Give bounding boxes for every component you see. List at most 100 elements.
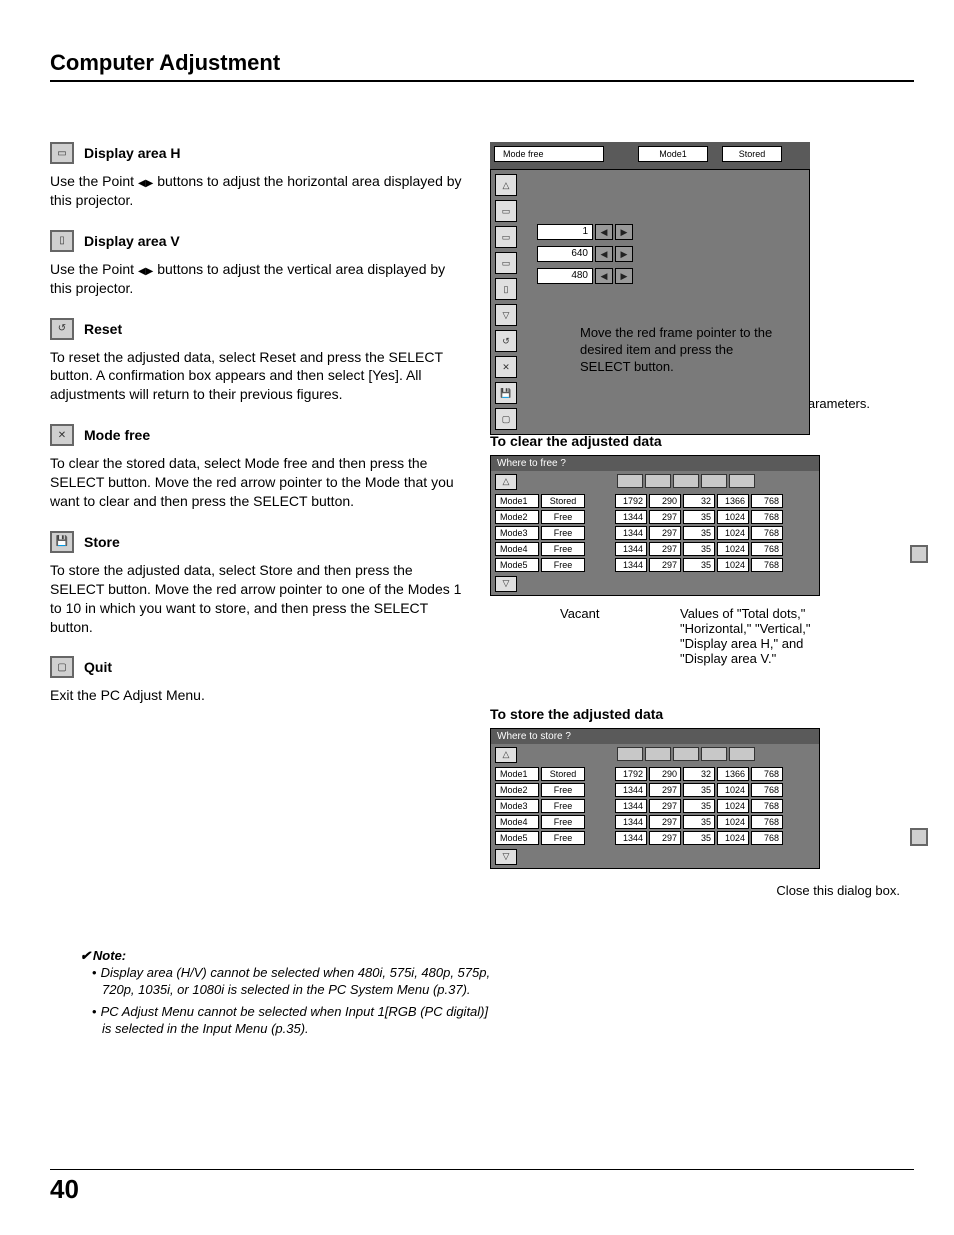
down-arrow-icon[interactable]: ▽ bbox=[495, 304, 517, 326]
value-cell: 480 bbox=[537, 268, 593, 284]
cell-value: 768 bbox=[751, 783, 783, 797]
up-arrow-icon[interactable]: △ bbox=[495, 747, 517, 763]
cell-value: 35 bbox=[683, 815, 715, 829]
col-icon bbox=[701, 747, 727, 761]
decrease-button[interactable]: ◀ bbox=[595, 246, 613, 262]
table-row[interactable]: Mode5Free1344297351024768 bbox=[491, 830, 819, 846]
cell-value: 35 bbox=[683, 526, 715, 540]
table-row[interactable]: Mode1Stored1792290321366768 bbox=[491, 493, 819, 509]
table-title: Where to store ? bbox=[491, 729, 819, 744]
decrease-button[interactable]: ◀ bbox=[595, 224, 613, 240]
cell-value: 35 bbox=[683, 542, 715, 556]
cell-value: 768 bbox=[751, 767, 783, 781]
cell-value: 1024 bbox=[717, 542, 749, 556]
col-icon bbox=[645, 747, 671, 761]
value-cell: 640 bbox=[537, 246, 593, 262]
cell-value: 1024 bbox=[717, 831, 749, 845]
cell-value: 1344 bbox=[615, 799, 647, 813]
section-title: Store bbox=[84, 534, 120, 550]
osd-tab-stored[interactable]: Stored bbox=[722, 146, 782, 162]
cell-value: 1024 bbox=[717, 510, 749, 524]
osd-tab-mode1[interactable]: Mode1 bbox=[638, 146, 708, 162]
note-block: Note: Display area (H/V) cannot be selec… bbox=[80, 948, 500, 1038]
col-icon bbox=[617, 747, 643, 761]
cell-status: Free bbox=[541, 558, 585, 572]
cell-value: 297 bbox=[649, 815, 681, 829]
section-body: To store the adjusted data, select Store… bbox=[50, 561, 470, 637]
cell-value: 1024 bbox=[717, 526, 749, 540]
section-reset: ↺ Reset To reset the adjusted data, sele… bbox=[50, 318, 470, 405]
increase-button[interactable]: ▶ bbox=[615, 246, 633, 262]
col-icon bbox=[729, 747, 755, 761]
cell-value: 1344 bbox=[615, 558, 647, 572]
osd-sidebar: △ ▭ ▭ ▭ ▯ ▽ ↺ ✕ 💾 ▢ bbox=[495, 174, 517, 430]
cell-value: 1344 bbox=[615, 831, 647, 845]
cell-value: 1024 bbox=[717, 783, 749, 797]
table-row[interactable]: Mode1Stored1792290321366768 bbox=[491, 766, 819, 782]
cell-value: 768 bbox=[751, 542, 783, 556]
table-row[interactable]: Mode3Free1344297351024768 bbox=[491, 798, 819, 814]
display-h2-icon[interactable]: ▭ bbox=[495, 252, 517, 274]
table-row[interactable]: Mode4Free1344297351024768 bbox=[491, 541, 819, 557]
decrease-button[interactable]: ◀ bbox=[595, 268, 613, 284]
store-heading: To store the adjusted data bbox=[490, 706, 900, 722]
clear-table: Where to free ? △ Mode1Stored17922903213… bbox=[490, 455, 820, 596]
callout-vacant: Vacant bbox=[560, 606, 680, 666]
col-icon bbox=[673, 747, 699, 761]
modefree-icon[interactable]: ✕ bbox=[495, 356, 517, 378]
table-row[interactable]: Mode4Free1344297351024768 bbox=[491, 814, 819, 830]
down-arrow-icon[interactable]: ▽ bbox=[495, 576, 517, 592]
osd-tab-modefree[interactable]: Mode free bbox=[494, 146, 604, 162]
quit-icon[interactable]: ▢ bbox=[495, 408, 517, 430]
cell-value: 1024 bbox=[717, 799, 749, 813]
quit-icon[interactable] bbox=[910, 828, 928, 846]
section-body: To clear the stored data, select Mode fr… bbox=[50, 454, 470, 511]
section-title: Display area V bbox=[84, 233, 180, 249]
col-icon bbox=[645, 474, 671, 488]
display-h-icon: ▭ bbox=[50, 142, 74, 164]
value-cell: 1 bbox=[537, 224, 593, 240]
store-icon[interactable]: 💾 bbox=[495, 382, 517, 404]
cell-value: 768 bbox=[751, 799, 783, 813]
reset-icon[interactable]: ↺ bbox=[495, 330, 517, 352]
display-v-icon: ▯ bbox=[50, 230, 74, 252]
increase-button[interactable]: ▶ bbox=[615, 268, 633, 284]
osd-note: Move the red frame pointer to the desire… bbox=[580, 325, 780, 376]
cell-status: Stored bbox=[541, 494, 585, 508]
cell-value: 35 bbox=[683, 799, 715, 813]
section-display-h: ▭ Display area H Use the Point buttons t… bbox=[50, 142, 470, 210]
cell-value: 297 bbox=[649, 542, 681, 556]
down-arrow-icon[interactable]: ▽ bbox=[495, 849, 517, 865]
cell-mode: Mode4 bbox=[495, 815, 539, 829]
cell-value: 1344 bbox=[615, 542, 647, 556]
up-arrow-icon[interactable]: △ bbox=[495, 474, 517, 490]
cell-value: 768 bbox=[751, 494, 783, 508]
cell-mode: Mode3 bbox=[495, 799, 539, 813]
section-title: Reset bbox=[84, 321, 122, 337]
section-title: Display area H bbox=[84, 145, 181, 161]
cell-value: 297 bbox=[649, 526, 681, 540]
display-h-icon[interactable]: ▭ bbox=[495, 226, 517, 248]
increase-button[interactable]: ▶ bbox=[615, 224, 633, 240]
cell-value: 768 bbox=[751, 831, 783, 845]
cell-status: Free bbox=[541, 815, 585, 829]
clamp-icon[interactable]: ▭ bbox=[495, 200, 517, 222]
cell-status: Free bbox=[541, 783, 585, 797]
cell-value: 1792 bbox=[615, 494, 647, 508]
cell-value: 297 bbox=[649, 799, 681, 813]
table-row[interactable]: Mode5Free1344297351024768 bbox=[491, 557, 819, 573]
up-arrow-icon[interactable]: △ bbox=[495, 174, 517, 196]
cell-value: 35 bbox=[683, 510, 715, 524]
quit-icon[interactable] bbox=[910, 545, 928, 563]
table-row[interactable]: Mode3Free1344297351024768 bbox=[491, 525, 819, 541]
store-table: Where to store ? △ Mode1Stored1792290321… bbox=[490, 728, 820, 869]
modefree-icon: ✕ bbox=[50, 424, 74, 446]
table-row[interactable]: Mode2Free1344297351024768 bbox=[491, 782, 819, 798]
cell-value: 1366 bbox=[717, 494, 749, 508]
table-row[interactable]: Mode2Free1344297351024768 bbox=[491, 509, 819, 525]
value-row: 1 ◀ ▶ bbox=[537, 224, 633, 240]
section-title: Quit bbox=[84, 659, 112, 675]
cell-value: 1024 bbox=[717, 815, 749, 829]
display-v-icon[interactable]: ▯ bbox=[495, 278, 517, 300]
cell-value: 1344 bbox=[615, 815, 647, 829]
